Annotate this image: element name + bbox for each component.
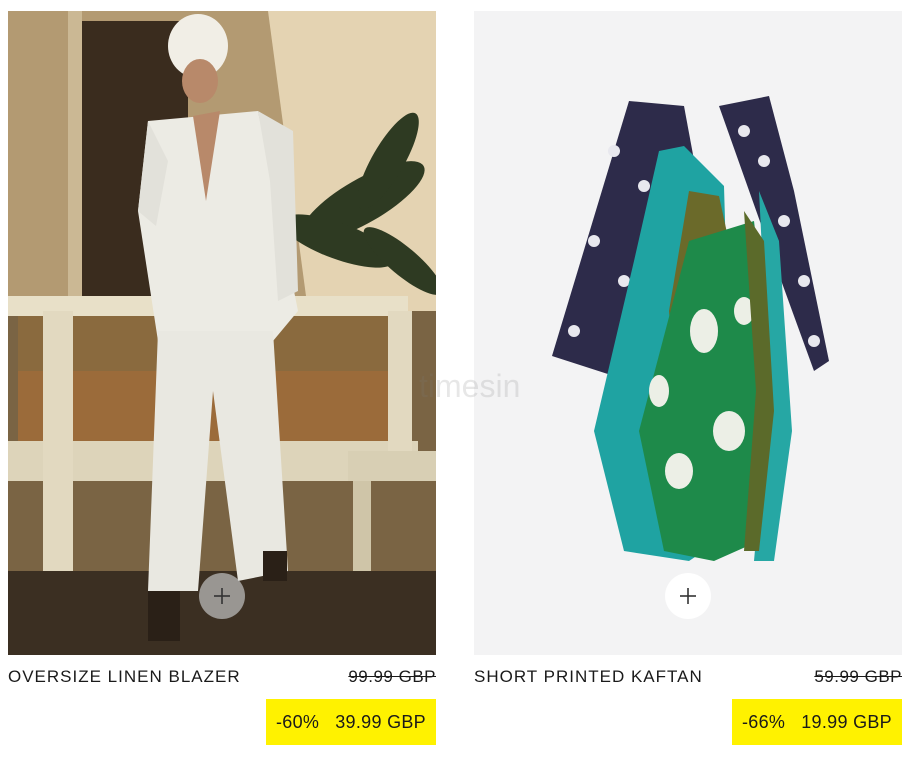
discount-percent: -66% xyxy=(742,711,786,732)
plus-icon xyxy=(680,588,696,604)
original-price: 59.99 GBP xyxy=(814,667,902,686)
sale-price: 39.99 GBP xyxy=(335,711,426,732)
discount-percent: -60% xyxy=(276,711,320,732)
add-to-bag-button[interactable] xyxy=(665,573,711,619)
product-name[interactable]: SHORT PRINTED KAFTAN xyxy=(474,667,703,687)
add-to-bag-button[interactable] xyxy=(199,573,245,619)
product-image-blazer[interactable] xyxy=(8,11,436,655)
product-card-kaftan[interactable]: SHORT PRINTED KAFTAN 59.99 GBP -66% 19.9… xyxy=(474,11,902,745)
product-card-blazer[interactable]: OVERSIZE LINEN BLAZER 99.99 GBP -60% 39.… xyxy=(8,11,436,745)
sale-price-badge: -60% 39.99 GBP xyxy=(266,699,436,745)
sale-price-badge: -66% 19.99 GBP xyxy=(732,699,902,745)
original-price: 99.99 GBP xyxy=(348,667,436,686)
plus-icon xyxy=(214,588,230,604)
product-image-kaftan[interactable] xyxy=(474,11,902,655)
product-info: SHORT PRINTED KAFTAN 59.99 GBP -66% 19.9… xyxy=(474,655,902,745)
product-name[interactable]: OVERSIZE LINEN BLAZER xyxy=(8,667,241,687)
product-info: OVERSIZE LINEN BLAZER 99.99 GBP -60% 39.… xyxy=(8,655,436,745)
kaftan-photo xyxy=(474,11,902,655)
blazer-photo xyxy=(8,11,436,655)
sale-price: 19.99 GBP xyxy=(801,711,892,732)
product-grid: OVERSIZE LINEN BLAZER 99.99 GBP -60% 39.… xyxy=(0,0,915,772)
